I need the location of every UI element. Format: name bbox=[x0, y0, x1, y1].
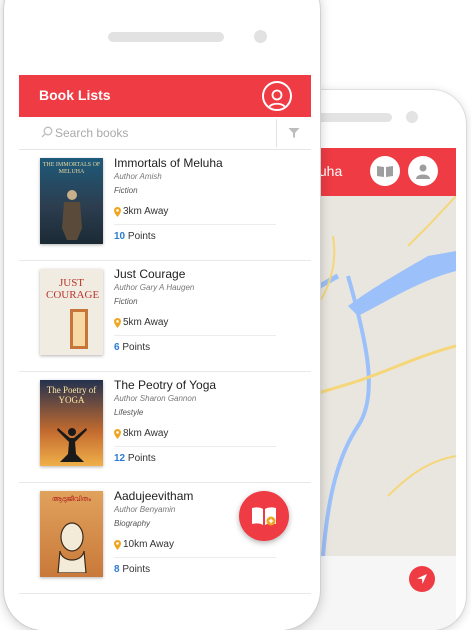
user-icon bbox=[416, 164, 430, 179]
front-camera bbox=[254, 30, 267, 43]
distance-text: 5km Away bbox=[123, 317, 169, 328]
book-title: Aadujeevitham bbox=[114, 489, 194, 503]
location-pin-icon bbox=[114, 428, 121, 439]
cover-figure bbox=[62, 190, 82, 240]
book-author: Author Gary A Haugen bbox=[114, 283, 195, 292]
book-points: 8 Points bbox=[114, 564, 150, 575]
book-cover: JUST COURAGE bbox=[40, 269, 103, 355]
book-genre: Fiction bbox=[114, 297, 138, 306]
speaker-grille bbox=[108, 32, 224, 42]
map-profile-button[interactable] bbox=[408, 156, 438, 186]
open-book-icon bbox=[377, 166, 393, 177]
points-label: Points bbox=[122, 564, 151, 575]
distance-text: 8km Away bbox=[123, 428, 169, 439]
distance-text: 10km Away bbox=[123, 539, 174, 550]
cover-figure bbox=[57, 428, 87, 462]
divider bbox=[114, 557, 276, 558]
book-list-screen: Book Lists Search books THE IMMORTALS OF… bbox=[19, 75, 311, 630]
book-genre: Fiction bbox=[114, 186, 138, 195]
book-distance: 3km Away bbox=[114, 206, 168, 217]
divider bbox=[114, 446, 276, 447]
cover-text: THE IMMORTALS OF MELUHA bbox=[42, 162, 101, 175]
filter-button[interactable] bbox=[282, 124, 306, 142]
book-title: Immortals of Meluha bbox=[114, 156, 223, 170]
list-item[interactable]: JUST COURAGE Just Courage Author Gary A … bbox=[19, 261, 311, 372]
filter-icon bbox=[288, 128, 300, 138]
divider bbox=[114, 335, 276, 336]
app-bar: Book Lists bbox=[19, 75, 311, 117]
book-cover: The Poetry of YOGA bbox=[40, 380, 103, 466]
location-pin-icon bbox=[114, 539, 121, 550]
read-book-button[interactable] bbox=[239, 491, 289, 541]
book-author: Author Benyamin bbox=[114, 505, 176, 514]
book-genre: Biography bbox=[114, 519, 151, 528]
divider bbox=[276, 119, 277, 147]
book-cover: THE IMMORTALS OF MELUHA bbox=[40, 158, 103, 244]
search-input[interactable] bbox=[55, 123, 255, 143]
book-list-phone: Book Lists Search books THE IMMORTALS OF… bbox=[4, 0, 320, 630]
search-icon bbox=[41, 126, 53, 138]
book-title: Just Courage bbox=[114, 267, 186, 281]
cover-figure bbox=[57, 522, 87, 573]
profile-button[interactable] bbox=[262, 81, 292, 111]
points-value: 10 bbox=[114, 231, 126, 242]
front-camera bbox=[406, 111, 418, 123]
book-points: 10 Points bbox=[114, 231, 156, 242]
page-title: Book Lists bbox=[39, 87, 111, 103]
points-label: Points bbox=[127, 231, 156, 242]
location-pin-icon bbox=[114, 206, 121, 217]
book-list-button[interactable] bbox=[370, 156, 400, 186]
divider bbox=[114, 224, 276, 225]
points-label: Points bbox=[127, 453, 156, 464]
book-points: 6 Points bbox=[114, 342, 150, 353]
points-value: 6 bbox=[114, 342, 120, 353]
book-distance: 8km Away bbox=[114, 428, 168, 439]
search-bar bbox=[19, 117, 311, 150]
list-item[interactable]: The Poetry of YOGA The Peotry of Yoga Au… bbox=[19, 372, 311, 483]
user-circle-icon bbox=[267, 89, 287, 109]
cover-text: ആടുജീവിതം bbox=[51, 495, 92, 503]
cover-text: The Poetry of YOGA bbox=[46, 385, 97, 405]
points-value: 8 bbox=[114, 564, 120, 575]
book-author: Author Amish bbox=[114, 172, 162, 181]
location-pin-icon bbox=[114, 317, 121, 328]
book-genre: Lifestyle bbox=[114, 408, 144, 417]
cover-door bbox=[70, 309, 88, 349]
list-item[interactable]: THE IMMORTALS OF MELUHA Immortals of Mel… bbox=[19, 150, 311, 261]
points-value: 12 bbox=[114, 453, 126, 464]
open-book-icon bbox=[252, 507, 276, 526]
navigate-button[interactable] bbox=[409, 566, 435, 592]
navigation-arrow-icon bbox=[417, 574, 427, 584]
book-points: 12 Points bbox=[114, 453, 156, 464]
book-distance: 10km Away bbox=[114, 539, 174, 550]
distance-text: 3km Away bbox=[123, 206, 169, 217]
book-author: Author Sharon Gannon bbox=[114, 394, 197, 403]
points-label: Points bbox=[122, 342, 151, 353]
book-distance: 5km Away bbox=[114, 317, 168, 328]
book-cover: ആടുജീവിതം bbox=[40, 491, 103, 577]
book-title: The Peotry of Yoga bbox=[114, 378, 217, 392]
cover-text: JUST COURAGE bbox=[46, 277, 100, 301]
